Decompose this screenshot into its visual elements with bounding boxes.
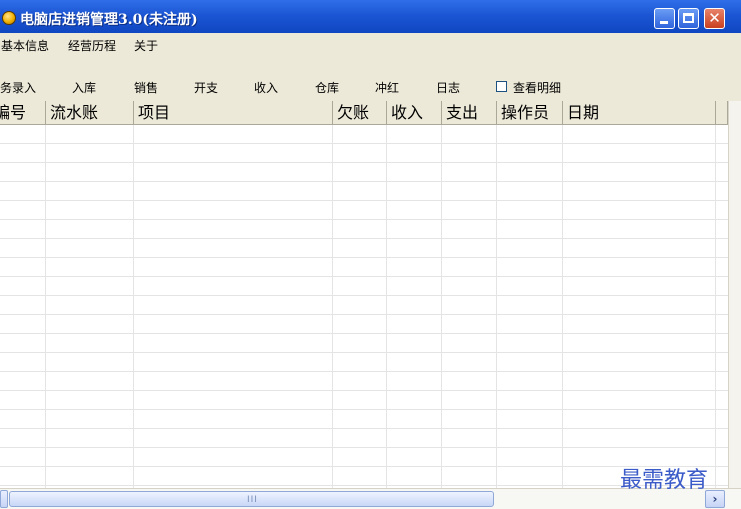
grid-row-divider — [0, 428, 728, 429]
column-header-id[interactable]: 编号 — [0, 101, 46, 124]
maximize-icon — [683, 13, 694, 23]
app-icon[interactable] — [2, 11, 16, 25]
grid-row-divider — [0, 352, 728, 353]
column-header-income[interactable]: 收入 — [387, 101, 442, 124]
grid-row-divider — [0, 181, 728, 182]
column-header-overflow[interactable] — [716, 101, 728, 124]
column-header-ledger[interactable]: 流水账 — [46, 101, 134, 124]
grid-column-divider — [332, 125, 333, 488]
grid-row-divider — [0, 333, 728, 334]
menu-about[interactable]: 关于 — [134, 37, 158, 54]
grid-column-divider — [715, 125, 716, 488]
scroll-left-button[interactable] — [0, 490, 8, 508]
grid-column-divider — [441, 125, 442, 488]
scroll-thumb[interactable]: III — [9, 491, 494, 507]
tool-sales[interactable]: 销售 — [134, 79, 158, 96]
tool-expense[interactable]: 开支 — [194, 79, 218, 96]
grid-column-divider — [45, 125, 46, 488]
grid-row-divider — [0, 390, 728, 391]
tool-stock-in[interactable]: 入库 — [72, 79, 96, 96]
close-button[interactable]: ✕ — [704, 8, 725, 29]
column-header-item[interactable]: 项目 — [134, 101, 333, 124]
minimize-button[interactable] — [654, 8, 675, 29]
grid-row-divider — [0, 371, 728, 372]
tool-warehouse[interactable]: 仓库 — [315, 79, 339, 96]
column-header-expense[interactable]: 支出 — [442, 101, 497, 124]
menu-bar: 基本信息 经营历程 关于 — [0, 33, 741, 55]
grid-row-divider — [0, 295, 728, 296]
tool-log[interactable]: 日志 — [436, 79, 460, 96]
grid-header: 编号 流水账 项目 欠账 收入 支出 操作员 日期 — [0, 101, 741, 125]
grid-row-divider — [0, 143, 728, 144]
grid-column-divider — [496, 125, 497, 488]
ledger-grid[interactable] — [0, 125, 728, 488]
minimize-icon — [660, 21, 668, 24]
menu-basic-info[interactable]: 基本信息 — [1, 37, 49, 54]
grid-row-divider — [0, 219, 728, 220]
column-header-date[interactable]: 日期 — [563, 101, 716, 124]
column-header-operator[interactable]: 操作员 — [497, 101, 563, 124]
maximize-button[interactable] — [678, 8, 699, 29]
close-icon: ✕ — [708, 9, 721, 27]
view-details-checkbox[interactable] — [496, 81, 507, 92]
grid-row-divider — [0, 466, 728, 467]
grid-column-divider — [133, 125, 134, 488]
grid-row-divider — [0, 200, 728, 201]
vertical-scroll-strip[interactable] — [728, 101, 741, 488]
toolbar: 业务录入 入库 销售 开支 收入 仓库 冲红 日志 查看明细 — [0, 55, 741, 101]
grid-column-divider — [562, 125, 563, 488]
view-details-label[interactable]: 查看明细 — [513, 79, 561, 96]
grid-row-divider — [0, 276, 728, 277]
grid-row-divider — [0, 447, 728, 448]
tool-reversal[interactable]: 冲红 — [375, 79, 399, 96]
tool-business-entry[interactable]: 业务录入 — [0, 79, 36, 96]
grid-row-divider — [0, 162, 728, 163]
grid-column-divider — [386, 125, 387, 488]
scroll-grip-icon: III — [247, 495, 258, 505]
column-header-debt[interactable]: 欠账 — [333, 101, 387, 124]
grid-row-divider — [0, 409, 728, 410]
window-title: 电脑店进销管理3.0(未注册) — [20, 12, 198, 28]
title-bar[interactable]: 电脑店进销管理3.0(未注册) ✕ — [0, 0, 741, 33]
menu-business-history[interactable]: 经营历程 — [68, 37, 116, 54]
grid-row-divider — [0, 238, 728, 239]
grid-row-divider — [0, 485, 728, 486]
grid-row-divider — [0, 257, 728, 258]
watermark-text: 最需教育 — [620, 468, 709, 493]
grid-row-divider — [0, 314, 728, 315]
tool-income[interactable]: 收入 — [254, 79, 278, 96]
